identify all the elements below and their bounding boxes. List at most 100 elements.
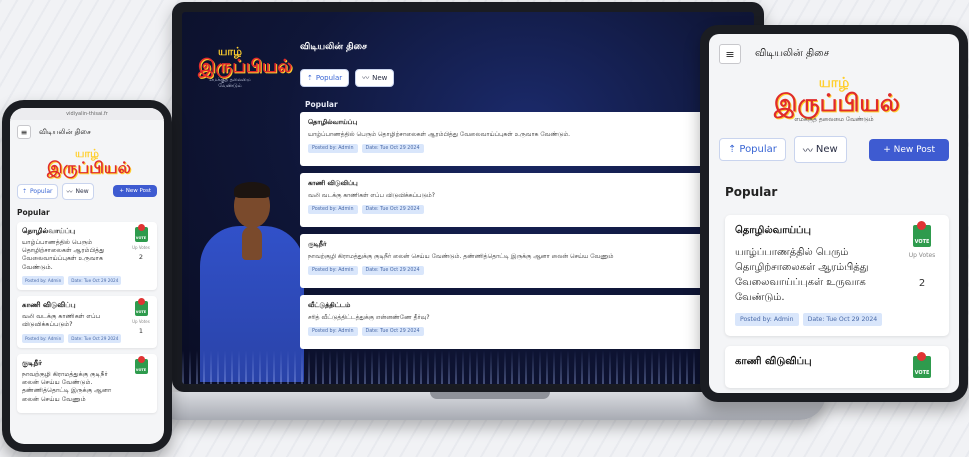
vote-badge: VOTE	[914, 370, 930, 377]
trending-icon: ⇡	[728, 144, 737, 156]
vote-badge: VOTE	[135, 310, 147, 315]
url-bar[interactable]: vidiyalin-thisai.fr	[10, 108, 164, 120]
vote-column: VOTE	[130, 355, 152, 408]
laptop-notch	[430, 392, 550, 399]
posted-by-chip: Posted by: Admin	[22, 333, 65, 343]
tab-new-label: New	[75, 187, 89, 195]
post-body: சரித் வீட்டுத்திட்டத்துக்கு என்னண்ணே தீர…	[308, 314, 430, 321]
post-title: காணி விடுவிப்பு	[735, 356, 812, 368]
feed-tabs: ⇡ Popular 〰 New + New Post	[10, 182, 164, 200]
vote-box-icon[interactable]: VOTE	[134, 223, 148, 242]
site-logo[interactable]: யாழ் இருப்பியல்	[47, 148, 131, 177]
vote-badge: VOTE	[914, 239, 930, 246]
post-body: நாவற்குழி கிராமத்துக்கு குடிநீர் லைன் செ…	[308, 253, 614, 260]
phone-screen: vidiyalin-thisai.fr ≡ விடியலின் திசை யாழ…	[10, 108, 164, 444]
tab-new-label: New	[815, 144, 838, 156]
posted-by-chip: Posted by: Admin	[735, 313, 799, 327]
post-card[interactable]: காணி விடுவிப்பு வலி வடக்கு காணிகள் எப்ப …	[300, 173, 705, 227]
post-body: நாவற்குழி கிராமத்துக்கு குடிநீர் லைன் செ…	[22, 370, 112, 403]
post-card[interactable]: வீட்டுத்திட்டம் சரித் வீட்டுத்திட்டத்துக…	[300, 295, 705, 349]
tab-new[interactable]: 〰 New	[793, 136, 847, 164]
post-card[interactable]: தொழில்வாய்ப்பு யாழ்ப்பாணத்தில் பெரும் தொ…	[17, 221, 157, 291]
new-post-button[interactable]: + New Post	[113, 185, 157, 198]
post-body: யாழ்ப்பாணத்தில் பெரும் தொழிற்சாலைகள் ஆரம…	[308, 131, 571, 138]
vote-count: 1	[138, 327, 144, 336]
post-card[interactable]: தொழில்வாய்ப்பு யாழ்ப்பாணத்தில் பெரும் தொ…	[725, 215, 949, 337]
menu-icon[interactable]: ≡	[719, 44, 741, 64]
vote-column: VOTE	[905, 352, 939, 379]
up-votes-label: Up Votes	[908, 252, 936, 260]
vote-box-icon[interactable]: VOTE	[134, 355, 148, 374]
logo-main: இருப்பியல்	[198, 56, 293, 77]
section-heading: Popular	[17, 207, 50, 217]
logo-mark: யாழ்	[818, 75, 850, 91]
vote-box-icon[interactable]: VOTE	[913, 352, 931, 379]
tab-popular[interactable]: ⇡ Popular	[17, 183, 58, 199]
menu-icon[interactable]: ≡	[17, 125, 31, 139]
tab-new[interactable]: 〰 New	[355, 69, 395, 87]
date-chip: Date: Tue Oct 29 2024	[68, 276, 122, 286]
sparkline-icon: 〰	[362, 74, 370, 82]
post-title: குடிநீர்	[308, 240, 327, 248]
up-votes-label: Up Votes	[132, 244, 150, 250]
person-hands	[242, 226, 262, 260]
post-title: தொழில்வாய்ப்பு	[22, 226, 76, 235]
sparkline-icon: 〰	[66, 188, 73, 196]
tab-popular-label: Popular	[315, 74, 343, 82]
post-title: தொழில்வாய்ப்பு	[735, 225, 811, 237]
site-logo[interactable]: யாழ் இருப்பியல் எமக்குத் தலைமை வேண்டும்	[774, 75, 900, 124]
app-header: ≡ விடியலின் திசை	[10, 120, 164, 144]
post-title: தொழில்வாய்ப்பு	[308, 118, 358, 126]
date-chip: Date: Tue Oct 29 2024	[361, 266, 424, 275]
post-card[interactable]: குடிநீர் நாவற்குழி கிராமத்துக்கு குடிநீர…	[17, 353, 157, 414]
tablet-device: ≡ விடியலின் திசை யாழ் இருப்பியல் எமக்குத…	[700, 25, 968, 402]
vote-column: VOTE Up Votes 2	[905, 221, 939, 326]
feed-tabs: ⇡ Popular 〰 New	[300, 69, 395, 87]
post-card[interactable]: குடிநீர் நாவற்குழி கிராமத்துக்கு குடிநீர…	[300, 234, 705, 288]
post-feed: தொழில்வாய்ப்பு யாழ்ப்பாணத்தில் பெரும் தொ…	[300, 112, 705, 356]
post-title: வீட்டுத்திட்டம்	[308, 301, 351, 309]
logo-sub: எமக்குத் தலைமை வேண்டும்	[209, 76, 251, 89]
vote-count: 2	[138, 252, 144, 261]
page-title: விடியலின் திசை	[300, 42, 368, 52]
date-chip: Date: Tue Oct 29 2024	[361, 205, 424, 214]
vote-box-icon[interactable]: VOTE	[134, 298, 148, 317]
phone-device: vidiyalin-thisai.fr ≡ விடியலின் திசை யாழ…	[2, 100, 172, 452]
laptop-device: யாழ் இருப்பியல் எமக்குத் தலைமை வேண்டும் …	[172, 2, 764, 392]
tab-popular-label: Popular	[30, 187, 53, 195]
post-title: காணி விடுவிப்பு	[308, 179, 358, 187]
trending-icon: ⇡	[307, 74, 313, 82]
date-chip: Date: Tue Oct 29 2024	[68, 333, 122, 343]
post-card[interactable]: காணி விடுவிப்பு VOTE	[725, 346, 949, 389]
vote-count: 2	[918, 278, 926, 290]
tab-new-label: New	[372, 74, 388, 82]
tab-popular[interactable]: ⇡ Popular	[719, 138, 786, 162]
date-chip: Date: Tue Oct 29 2024	[361, 144, 424, 153]
tablet-screen: ≡ விடியலின் திசை யாழ் இருப்பியல் எமக்குத…	[709, 34, 959, 393]
posted-by-chip: Posted by: Admin	[308, 327, 358, 336]
sparkline-icon: 〰	[802, 146, 813, 158]
post-body: யாழ்ப்பாணத்தில் பெரும் தொழிற்சாலைகள் ஆரம…	[22, 238, 105, 271]
post-title: காணி விடுவிப்பு	[22, 301, 76, 310]
post-body: வலி வடக்கு காணிகள் எப்ப விடுவிக்கப்படும்…	[308, 192, 435, 199]
posted-by-chip: Posted by: Admin	[308, 266, 358, 275]
post-card[interactable]: காணி விடுவிப்பு வலி வடக்கு காணிகள் எப்ப …	[17, 296, 157, 348]
page-title: விடியலின் திசை	[39, 127, 91, 136]
post-body: வலி வடக்கு காணிகள் எப்ப விடுவிக்கப்படும்…	[22, 313, 101, 329]
vote-box-icon[interactable]: VOTE	[913, 221, 931, 248]
new-post-button[interactable]: + New Post	[869, 138, 949, 161]
posted-by-chip: Posted by: Admin	[22, 276, 65, 286]
post-card[interactable]: தொழில்வாய்ப்பு யாழ்ப்பாணத்தில் பெரும் தொ…	[300, 112, 705, 166]
vote-badge: VOTE	[135, 235, 147, 240]
vote-column: VOTE Up Votes 1	[130, 298, 152, 343]
laptop-screen: யாழ் இருப்பியல் எமக்குத் தலைமை வேண்டும் …	[182, 12, 754, 384]
tab-popular-label: Popular	[739, 144, 777, 156]
tab-new[interactable]: 〰 New	[61, 182, 94, 200]
posted-by-chip: Posted by: Admin	[308, 144, 358, 153]
posted-by-chip: Posted by: Admin	[308, 205, 358, 214]
section-heading: Popular	[305, 100, 338, 109]
date-chip: Date: Tue Oct 29 2024	[361, 327, 424, 336]
up-votes-label: Up Votes	[132, 319, 150, 325]
site-logo[interactable]: யாழ் இருப்பியல் எமக்குத் தலைமை வேண்டும்	[198, 46, 293, 89]
tab-popular[interactable]: ⇡ Popular	[300, 69, 350, 87]
